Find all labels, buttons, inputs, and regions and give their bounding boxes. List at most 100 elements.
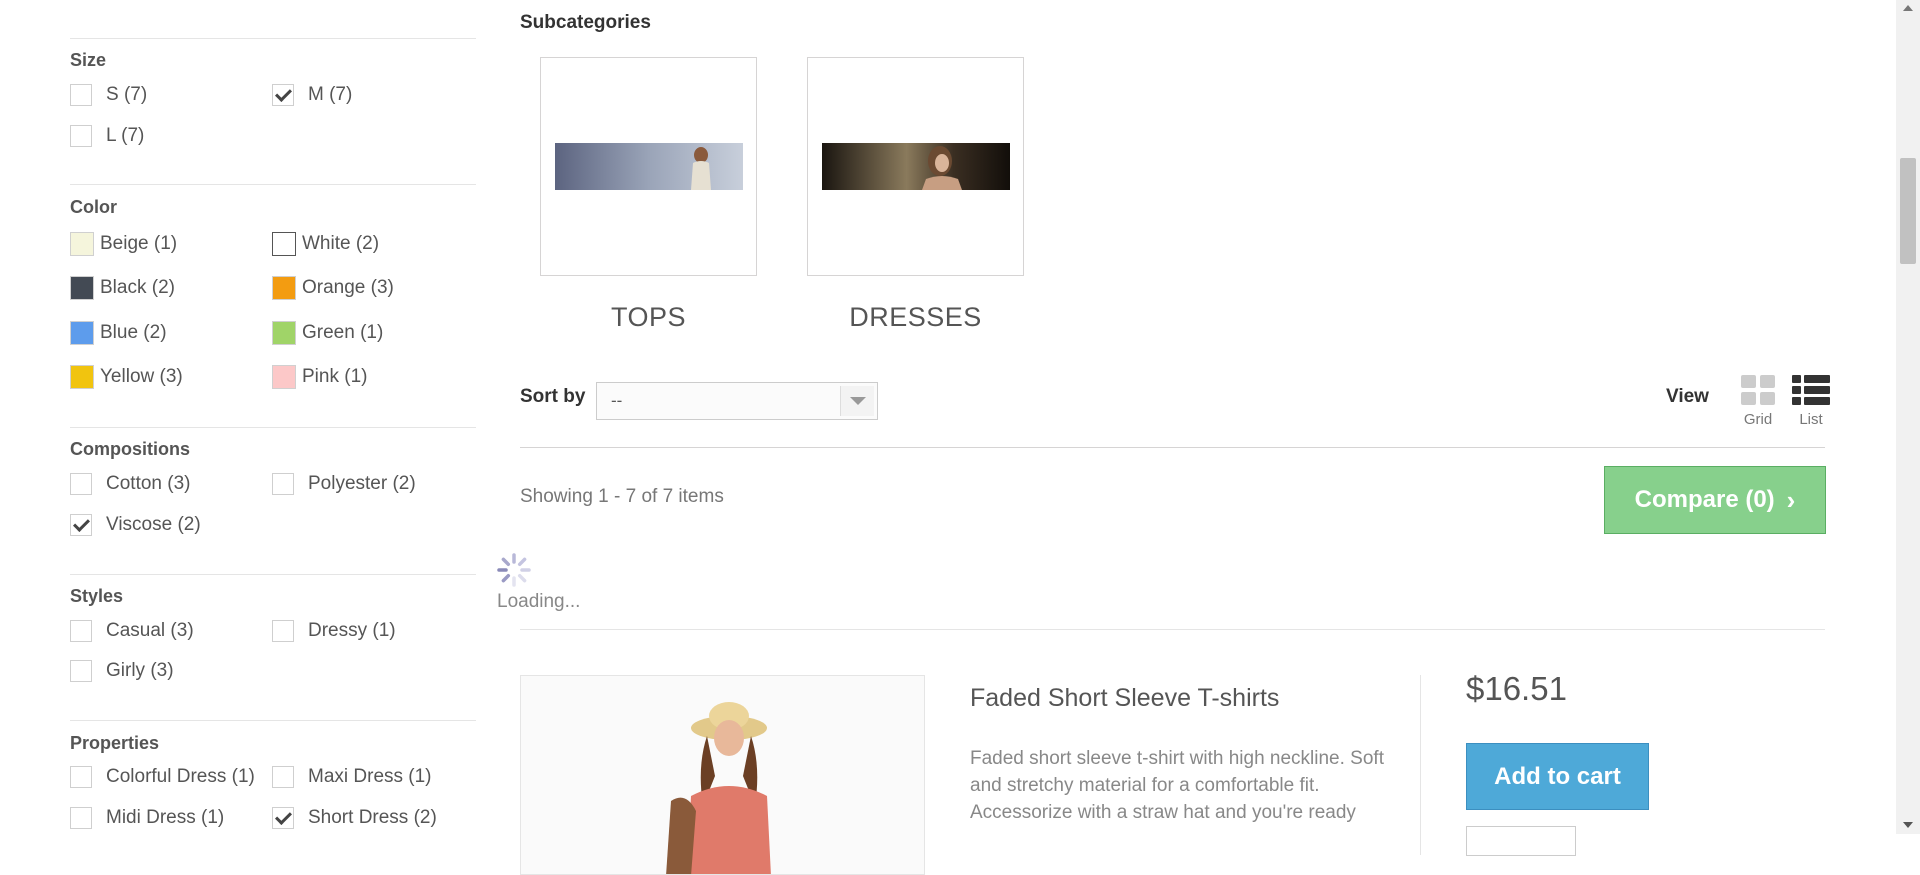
product-image[interactable] <box>521 676 925 875</box>
view-grid-caption[interactable]: Grid <box>1733 411 1783 428</box>
checkbox[interactable] <box>70 660 92 682</box>
listing-divider <box>520 629 1825 630</box>
filter-color-pink[interactable]: Pink (1) <box>272 363 367 391</box>
clipped-filter-row <box>70 0 476 2</box>
subcategory-label-tops[interactable]: TOPS <box>540 302 757 333</box>
more-button-clipped[interactable] <box>1466 826 1576 856</box>
grid-icon <box>1741 375 1775 405</box>
filter-option-label: S (7) <box>106 84 148 105</box>
sort-by-value: -- <box>611 391 623 410</box>
filter-color-yellow[interactable]: Yellow (3) <box>70 363 183 391</box>
chevron-right-icon: › <box>1786 484 1796 515</box>
filter-option-label: Viscose (2) <box>106 514 201 535</box>
filter-color-orange[interactable]: Orange (3) <box>272 274 394 302</box>
subcategory-tile-dresses[interactable] <box>807 57 1024 276</box>
color-swatch-green[interactable] <box>272 321 296 345</box>
scroll-down-arrow-icon[interactable] <box>1903 822 1913 828</box>
filter-size-m[interactable]: M (7) <box>272 81 352 109</box>
filter-style-girly[interactable]: Girly (3) <box>70 657 174 685</box>
scrollbar-thumb[interactable] <box>1900 158 1916 264</box>
product-image-frame[interactable] <box>520 675 925 875</box>
filter-color-white[interactable]: White (2) <box>272 230 379 258</box>
product-description: Faded short sleeve t-shirt with high nec… <box>970 748 1384 823</box>
filter-title-properties: Properties <box>70 733 160 753</box>
view-list-button[interactable] <box>1789 375 1833 410</box>
color-swatch-pink[interactable] <box>272 365 296 389</box>
filter-title-compositions: Compositions <box>70 439 190 459</box>
filter-option-label: Beige (1) <box>100 233 178 254</box>
filter-composition-viscose[interactable]: Viscose (2) <box>70 511 201 539</box>
filter-color-black[interactable]: Black (2) <box>70 274 175 302</box>
checkbox[interactable] <box>70 807 92 829</box>
filter-color: Color Beige (1) White (2) Black (2) Oran… <box>70 184 476 428</box>
subcategories-heading: Subcategories <box>520 12 651 33</box>
checkbox[interactable] <box>70 125 92 147</box>
category-main-content: Subcategories TOPS DRESSES Sort by -- Vi… <box>497 0 1830 875</box>
scroll-up-arrow-icon[interactable] <box>1903 5 1913 11</box>
checkbox[interactable] <box>70 84 92 106</box>
filter-option-label: Black (2) <box>100 277 175 298</box>
subcategory-label-dresses[interactable]: DRESSES <box>807 302 1024 333</box>
product-column-divider <box>1420 675 1421 855</box>
filter-option-label: Polyester (2) <box>308 473 416 494</box>
filter-option-label: Casual (3) <box>106 620 194 641</box>
checkbox[interactable] <box>70 620 92 642</box>
filter-option-label: Girly (3) <box>106 660 174 681</box>
view-label: View <box>1666 386 1709 407</box>
compare-button[interactable]: Compare (0) › <box>1604 466 1826 534</box>
filter-option-label: Pink (1) <box>302 366 368 387</box>
color-swatch-yellow[interactable] <box>70 365 94 389</box>
filter-color-blue[interactable]: Blue (2) <box>70 319 167 347</box>
filter-property-maxi-dress[interactable]: Maxi Dress (1) <box>272 763 432 791</box>
add-to-cart-button[interactable]: Add to cart <box>1466 743 1649 810</box>
filter-size-l[interactable]: L (7) <box>70 122 144 150</box>
filter-style-dressy[interactable]: Dressy (1) <box>272 617 396 645</box>
chevron-down-icon[interactable] <box>840 386 874 416</box>
product-count-text: Showing 1 - 7 of 7 items <box>520 486 724 507</box>
page-scrollbar[interactable] <box>1896 0 1920 834</box>
filter-option-label: Cotton (3) <box>106 473 191 494</box>
filter-option-label: Yellow (3) <box>100 366 183 387</box>
checkbox-checked[interactable] <box>272 807 294 829</box>
filter-properties: Properties Colorful Dress (1) Maxi Dress… <box>70 720 476 835</box>
checkbox-checked[interactable] <box>70 514 92 536</box>
filter-size: Size S (7) M (7) L (7) <box>70 38 476 185</box>
checkbox[interactable] <box>70 473 92 495</box>
filter-option-label: Maxi Dress (1) <box>308 766 432 787</box>
checkbox-checked[interactable] <box>272 84 294 106</box>
subcategory-tile-tops[interactable] <box>540 57 757 276</box>
color-swatch-blue[interactable] <box>70 321 94 345</box>
color-swatch-beige[interactable] <box>70 232 94 256</box>
subcategory-image-tops[interactable] <box>555 143 743 190</box>
filter-property-colorful-dress[interactable]: Colorful Dress (1) <box>70 763 255 791</box>
checkbox[interactable] <box>272 620 294 642</box>
compare-label: Compare (0) <box>1634 486 1775 513</box>
sort-by-select[interactable]: -- <box>596 382 878 420</box>
filter-color-green[interactable]: Green (1) <box>272 319 383 347</box>
filter-size-s[interactable]: S (7) <box>70 81 147 109</box>
filter-style-casual[interactable]: Casual (3) <box>70 617 194 645</box>
filter-composition-cotton[interactable]: Cotton (3) <box>70 470 190 498</box>
filter-property-short-dress[interactable]: Short Dress (2) <box>272 804 437 832</box>
checkbox[interactable] <box>272 766 294 788</box>
color-swatch-black[interactable] <box>70 276 94 300</box>
view-grid-button[interactable] <box>1736 375 1780 410</box>
checkbox[interactable] <box>70 766 92 788</box>
filter-composition-polyester[interactable]: Polyester (2) <box>272 470 416 498</box>
filter-title-styles: Styles <box>70 586 124 606</box>
filter-option-label: Blue (2) <box>100 322 167 343</box>
filter-option-label: Midi Dress (1) <box>106 807 225 828</box>
view-list-caption[interactable]: List <box>1786 411 1836 428</box>
color-swatch-orange[interactable] <box>272 276 296 300</box>
layered-filter-sidebar: Size S (7) M (7) L (7) Color Beige (1) W… <box>70 0 476 834</box>
filter-option-label: Dressy (1) <box>308 620 396 641</box>
color-swatch-white[interactable] <box>272 232 296 256</box>
filter-property-midi-dress[interactable]: Midi Dress (1) <box>70 804 224 832</box>
subcategory-image-dresses[interactable] <box>822 143 1010 190</box>
filter-option-label: Colorful Dress (1) <box>106 766 255 787</box>
filter-title-color: Color <box>70 197 117 217</box>
checkbox[interactable] <box>272 473 294 495</box>
product-name-link[interactable]: Faded Short Sleeve T-shirts <box>970 684 1279 713</box>
filter-color-beige[interactable]: Beige (1) <box>70 230 177 258</box>
filter-option-label: L (7) <box>106 125 145 146</box>
